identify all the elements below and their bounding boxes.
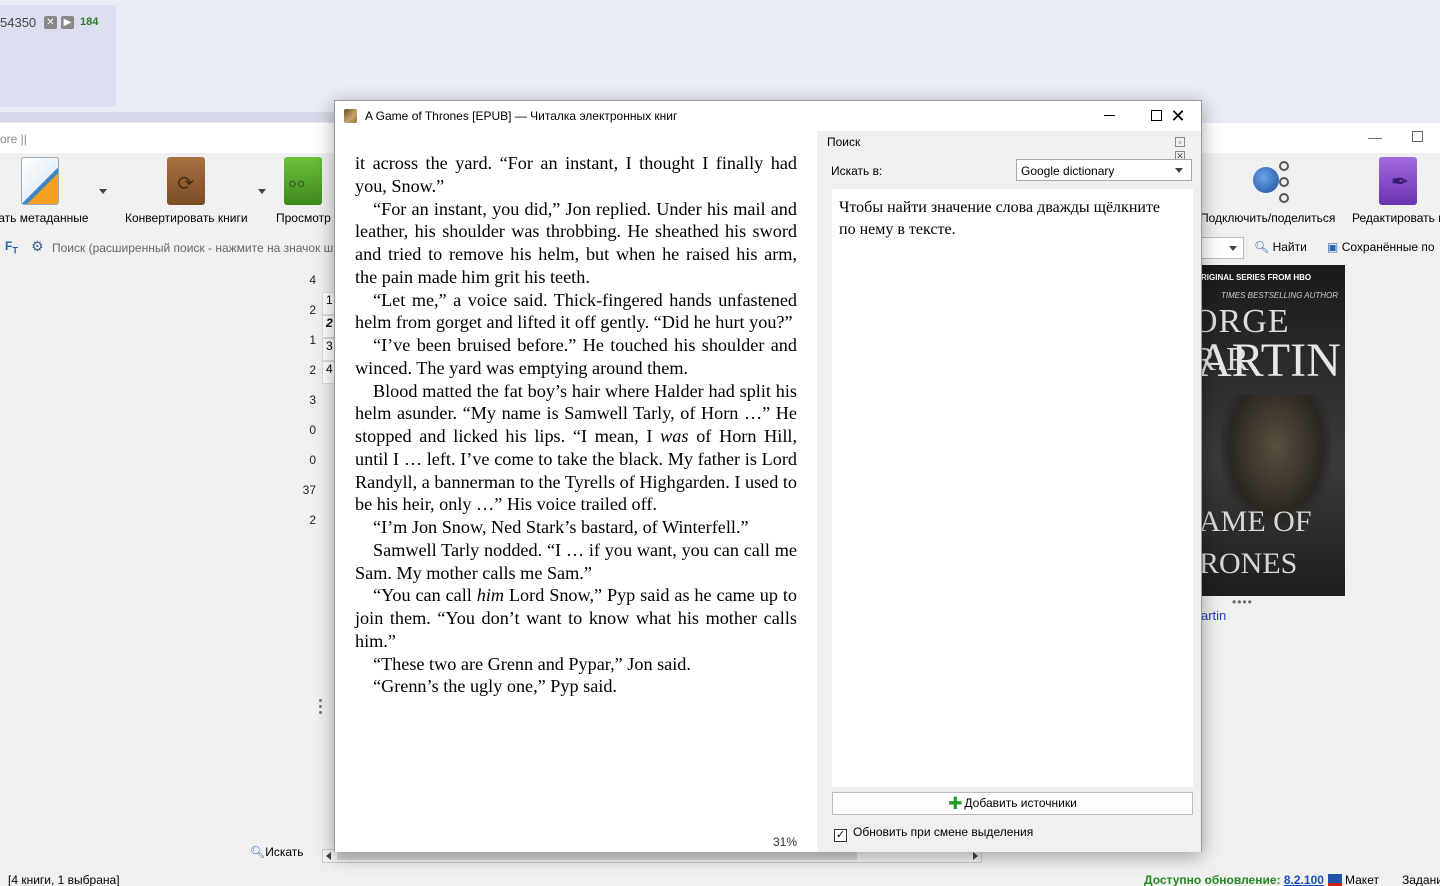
edit-book-icon: ✒: [1378, 157, 1417, 205]
close-button[interactable]: ✕: [1155, 101, 1201, 131]
refresh-on-selection-checkbox[interactable]: ✓ Обновить при смене выделения: [834, 825, 1033, 842]
list-item: 2: [309, 513, 316, 527]
lookup-panel-title: Поиск: [827, 135, 861, 149]
book-paragraph[interactable]: “I’m Jon Snow, Ned Stark’s bastard, of W…: [355, 516, 797, 539]
book-cover[interactable]: RIGINAL SERIES FROM HBO TIMES BESTSELLIN…: [1201, 265, 1345, 596]
edit-book-button[interactable]: ✒ Редактировать к: [1352, 157, 1440, 225]
edit-metadata-button[interactable]: вать метаданные: [0, 157, 89, 225]
tile-number: 54350: [0, 15, 37, 30]
status-bar: [4 книги, 1 выбрана] Доступно обновление…: [0, 871, 1440, 886]
taskbar-tile[interactable]: 54350 ✕ ▶ 184: [0, 5, 116, 107]
chevron-down-icon: [1175, 168, 1183, 173]
book-paragraph[interactable]: Blood matted the fat boy’s hair where Ha…: [355, 380, 797, 517]
lookup-hint: Чтобы найти значение слова дважды щёлкни…: [839, 199, 1161, 238]
main-window-title: ore ||: [0, 132, 27, 146]
book-paragraph[interactable]: “Let me,” a voice said. Thick-fingered h…: [355, 289, 797, 335]
search-icon: 🔍︎: [1254, 240, 1270, 254]
search-input[interactable]: Поиск (расширенный поиск - нажмите на зн…: [52, 241, 333, 255]
library-splitter-handle[interactable]: [319, 699, 323, 723]
layout-button[interactable]: Макет: [1328, 873, 1379, 886]
book-paragraph[interactable]: “For an instant, you did,” Jon replied. …: [355, 198, 797, 289]
list-item: 1: [309, 333, 316, 347]
chevron-down-icon[interactable]: [258, 189, 266, 194]
book-paragraph[interactable]: “These two are Grenn and Pypar,” Jon sai…: [355, 653, 797, 676]
close-icon: ✕: [1170, 106, 1186, 126]
convert-books-button[interactable]: ⟳ Конвертировать книги: [125, 157, 248, 225]
scroll-left-icon[interactable]: [326, 852, 331, 860]
view-book-icon: ○○: [284, 157, 323, 205]
maximize-icon[interactable]: [1412, 131, 1423, 142]
connect-share-icon: [1249, 157, 1289, 205]
list-item: 2: [309, 363, 316, 377]
minimize-icon: [1104, 115, 1115, 116]
update-version-link[interactable]: 8.2.100: [1284, 873, 1324, 886]
play-icon[interactable]: ▶: [61, 16, 74, 29]
search-history-combo[interactable]: [1198, 237, 1244, 259]
viewer-app-icon: [344, 109, 357, 123]
list-item: 0: [309, 453, 316, 467]
layout-icon: [1328, 874, 1342, 886]
convert-books-icon: ⟳: [167, 157, 206, 205]
lookup-panel: Поиск ▫✕ Искать в: Google dictionary Что…: [819, 131, 1201, 852]
book-text[interactable]: it across the yard. “For an instant, I t…: [355, 152, 797, 698]
book-paragraph[interactable]: “Grenn’s the ugly one,” Pyp said.: [355, 675, 797, 698]
saved-searches-button[interactable]: ▣ Сохранённые по: [1327, 240, 1435, 254]
add-sources-button[interactable]: ✚ Добавить источники: [832, 792, 1193, 815]
jobs-button[interactable]: Задани: [1402, 873, 1440, 886]
update-available: Доступно обновление: 8.2.100: [1144, 873, 1324, 886]
plus-icon: ✚: [948, 794, 963, 813]
close-icon[interactable]: ✕: [44, 16, 57, 29]
view-book-button[interactable]: ○○ Просмотр: [276, 157, 331, 225]
book-paragraph[interactable]: “I’ve been bruised before.” He touched h…: [355, 334, 797, 380]
float-panel-icon[interactable]: ▫: [1175, 137, 1185, 147]
viewer-titlebar: A Game of Thrones [EPUB] — Читалка элект…: [335, 101, 1201, 131]
search-in-label: Искать в:: [831, 164, 883, 178]
book-paragraph[interactable]: Samwell Tarly nodded. “I … if you want, …: [355, 539, 797, 585]
search-icon: 🔍︎: [250, 845, 266, 859]
scroll-right-icon[interactable]: [973, 852, 978, 860]
ebook-viewer-window: A Game of Thrones [EPUB] — Читалка элект…: [334, 100, 1202, 852]
list-item: 4: [309, 273, 316, 287]
chevron-down-icon[interactable]: [99, 189, 107, 194]
gear-icon[interactable]: ⚙: [31, 238, 44, 255]
minimize-icon[interactable]: —: [1368, 129, 1382, 145]
lookup-result-view[interactable]: Чтобы найти значение слова дважды щёлкни…: [832, 189, 1193, 787]
book-author-link[interactable]: artin: [1201, 608, 1226, 623]
scrollbar-thumb[interactable]: [337, 852, 857, 860]
list-item: 0: [309, 423, 316, 437]
minimize-button[interactable]: [1087, 101, 1133, 131]
reading-progress: 31%: [773, 835, 798, 849]
library-find-button[interactable]: 🔍︎Искать: [250, 845, 304, 859]
edit-metadata-icon: [21, 157, 60, 205]
list-item: 2: [309, 303, 316, 317]
chevron-down-icon[interactable]: [1229, 246, 1237, 251]
find-button[interactable]: 🔍︎ Найти: [1254, 240, 1307, 254]
list-item: 3: [309, 393, 316, 407]
checkbox-checked-icon[interactable]: ✓: [834, 829, 847, 842]
lookup-source-select[interactable]: Google dictionary: [1016, 159, 1192, 181]
connect-share-button[interactable]: Подключить/поделиться: [1200, 157, 1335, 225]
viewer-window-title: A Game of Thrones [EPUB] — Читалка элект…: [365, 109, 678, 123]
reader-pane[interactable]: it across the yard. “For an instant, I t…: [335, 131, 817, 852]
cover-splitter-handle[interactable]: ••••: [1232, 595, 1253, 609]
book-paragraph[interactable]: it across the yard. “For an instant, I t…: [355, 152, 797, 198]
background-strip: [0, 112, 335, 122]
list-item: 37: [302, 483, 316, 497]
book-paragraph[interactable]: “You can call him Lord Snow,” Pyp said a…: [355, 584, 797, 652]
library-book-list[interactable]: 4 2 1 2 3 0 0 37 2 1 2 3 4: [0, 263, 336, 853]
book-count-status: [4 книги, 1 выбрана]: [8, 873, 120, 886]
full-text-search-icon[interactable]: FT: [5, 239, 18, 255]
tile-count: 184: [80, 16, 99, 28]
saved-search-icon: ▣: [1327, 240, 1339, 254]
